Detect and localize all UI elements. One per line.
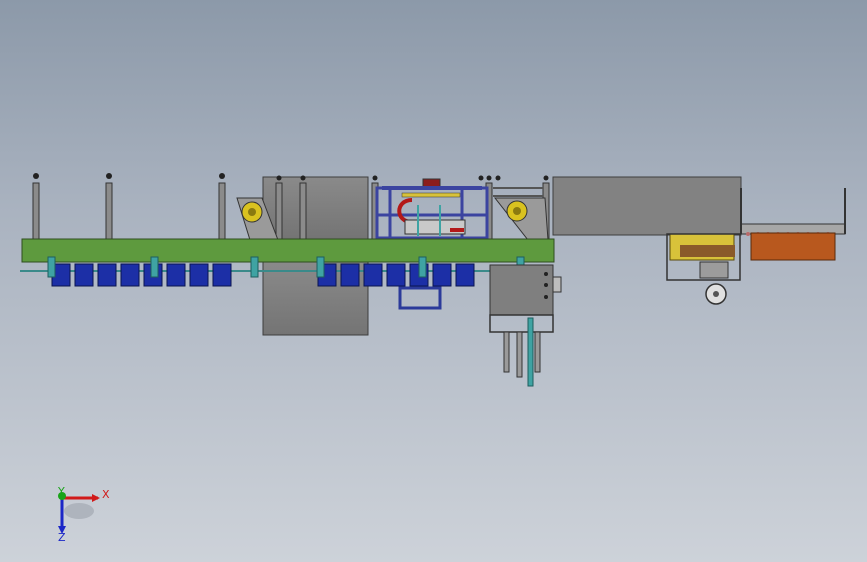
model-viewport[interactable]: X Y Z xyxy=(0,0,867,562)
y-axis-label: Y xyxy=(58,485,65,498)
z-axis-label: Z xyxy=(58,531,66,544)
x-axis-head xyxy=(92,494,100,502)
axis-triad xyxy=(58,492,100,534)
x-axis-label: X xyxy=(102,488,110,501)
triad-shadow xyxy=(64,503,94,519)
